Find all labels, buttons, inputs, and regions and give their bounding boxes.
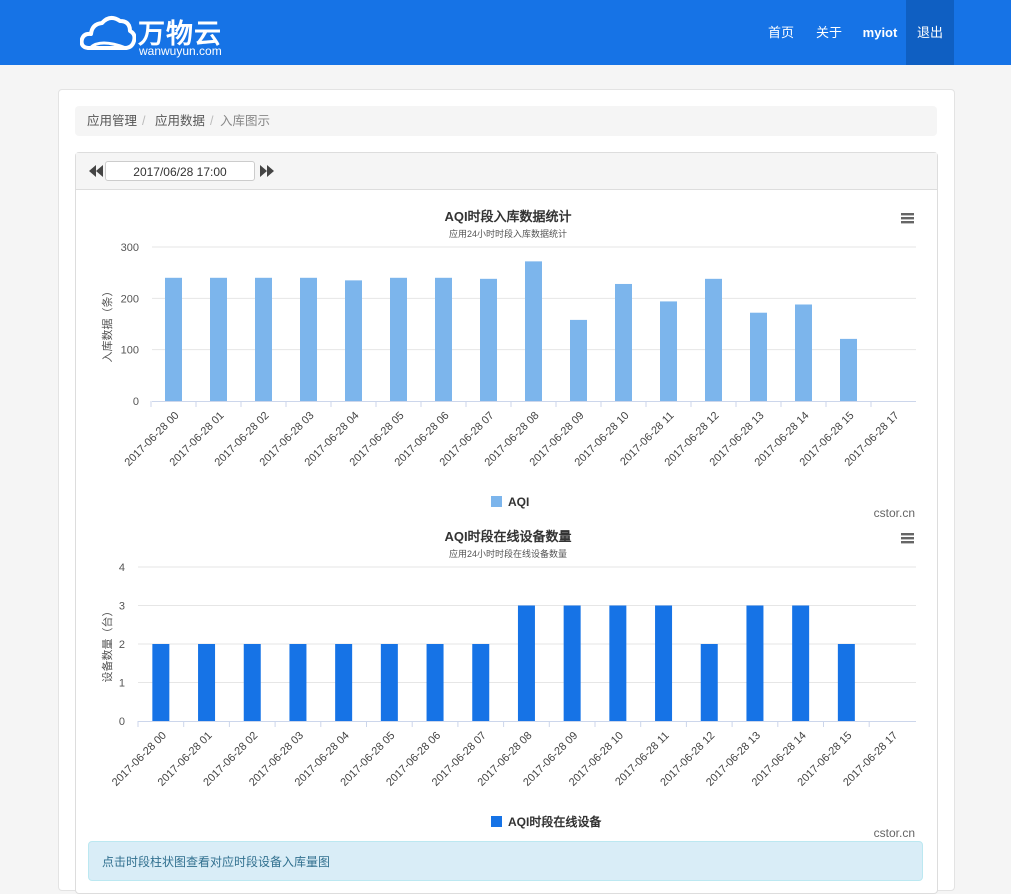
- bar[interactable]: [243, 644, 261, 721]
- brand-domain: wanwuyun.com: [139, 44, 222, 58]
- chart-panel-header: 2017/06/28 17:00: [76, 153, 937, 190]
- chart-subtitle: 应用24小时时段在线设备数量: [449, 548, 567, 559]
- bar[interactable]: [300, 277, 317, 401]
- chart-credits[interactable]: cstor.cn: [874, 826, 915, 840]
- y-tick-label: 4: [119, 562, 125, 574]
- y-axis-label: 入库数据（条）: [100, 286, 114, 363]
- menu-line: [901, 221, 914, 224]
- bar[interactable]: [563, 605, 581, 722]
- chart-title: AQI时段在线设备数量: [444, 529, 571, 544]
- bar[interactable]: [517, 605, 535, 722]
- breadcrumb-separator: /: [210, 114, 214, 128]
- chart-title: AQI时段入库数据统计: [444, 209, 571, 224]
- legend-swatch[interactable]: [491, 496, 502, 507]
- bar[interactable]: [655, 605, 673, 722]
- menu-line: [901, 537, 914, 540]
- bar[interactable]: [660, 301, 677, 401]
- bar[interactable]: [525, 261, 542, 401]
- y-tick-label: 100: [121, 345, 139, 357]
- bar[interactable]: [435, 277, 452, 401]
- double-right-arrow-icon[interactable]: [260, 165, 274, 177]
- bar[interactable]: [390, 277, 407, 401]
- bar[interactable]: [255, 277, 272, 401]
- aqi-records-bar-chart: AQI时段入库数据统计应用24小时时段入库数据统计 0 100 200 300 入库数据（…: [100, 209, 916, 520]
- breadcrumb-separator: /: [142, 114, 146, 128]
- menu-line: [901, 213, 914, 216]
- bar[interactable]: [750, 312, 767, 401]
- nav-user-myiot[interactable]: myiot: [852, 0, 908, 65]
- breadcrumb-app-manage[interactable]: 应用管理: [87, 106, 137, 136]
- bar[interactable]: [426, 644, 444, 721]
- y-tick-label: 0: [133, 396, 139, 408]
- chart-subtitle: 应用24小时时段入库数据统计: [449, 228, 567, 239]
- y-axis-label: 设备数量（台）: [100, 606, 114, 683]
- bar[interactable]: [198, 644, 216, 721]
- nav-about[interactable]: 关于: [806, 0, 852, 65]
- bar[interactable]: [570, 319, 587, 401]
- aqi-devices-bar-chart: AQI时段在线设备数量应用24小时时段在线设备数量01234设备数量（台）201…: [100, 529, 916, 840]
- bar[interactable]: [609, 605, 627, 722]
- hamburger-menu-icon[interactable]: [901, 533, 914, 544]
- y-tick-label: 0: [119, 716, 125, 728]
- y-tick-label: 200: [121, 293, 139, 305]
- bar[interactable]: [335, 644, 353, 721]
- y-tick-label: 2: [119, 639, 125, 651]
- bar[interactable]: [837, 644, 855, 721]
- breadcrumb-app-data[interactable]: 应用数据: [155, 106, 205, 136]
- brand-logo[interactable]: 万物云 wanwuyun.com: [80, 10, 240, 58]
- nav-home[interactable]: 首页: [756, 0, 806, 65]
- cloud-icon: [80, 16, 136, 50]
- bar[interactable]: [480, 278, 497, 401]
- y-tick-label: 300: [121, 242, 139, 254]
- bar[interactable]: [380, 644, 398, 721]
- hamburger-menu-icon[interactable]: [901, 213, 914, 224]
- bar[interactable]: [472, 644, 490, 721]
- y-tick-label: 3: [119, 601, 125, 613]
- breadcrumb: 应用管理 / 应用数据 / 入库图示: [75, 106, 937, 136]
- nav-logout[interactable]: 退出: [906, 0, 954, 65]
- y-tick-label: 1: [119, 678, 125, 690]
- info-alert: 点击时段柱状图查看对应时段设备入库量图: [88, 841, 923, 881]
- bar[interactable]: [705, 278, 722, 401]
- bar[interactable]: [615, 283, 632, 401]
- bar[interactable]: [345, 280, 362, 401]
- menu-line: [901, 217, 914, 220]
- legend-swatch[interactable]: [491, 816, 502, 827]
- legend-label[interactable]: AQI: [508, 495, 529, 509]
- bar[interactable]: [795, 304, 812, 401]
- bar[interactable]: [210, 277, 227, 401]
- bar[interactable]: [792, 605, 810, 722]
- date-time-input[interactable]: 2017/06/28 17:00: [105, 161, 255, 181]
- top-navbar: 万物云 wanwuyun.com 首页 关于 myiot 退出: [0, 0, 1011, 65]
- bar[interactable]: [165, 277, 182, 401]
- bar[interactable]: [700, 644, 718, 721]
- bar[interactable]: [152, 644, 170, 721]
- bar[interactable]: [746, 605, 764, 722]
- bar[interactable]: [840, 338, 857, 401]
- breadcrumb-current: 入库图示: [220, 114, 271, 128]
- menu-line: [901, 541, 914, 544]
- double-left-arrow-icon[interactable]: [89, 165, 103, 177]
- legend-label[interactable]: AQI时段在线设备: [508, 814, 602, 829]
- menu-line: [901, 533, 914, 536]
- bar[interactable]: [289, 644, 307, 721]
- chart-credits[interactable]: cstor.cn: [874, 506, 915, 520]
